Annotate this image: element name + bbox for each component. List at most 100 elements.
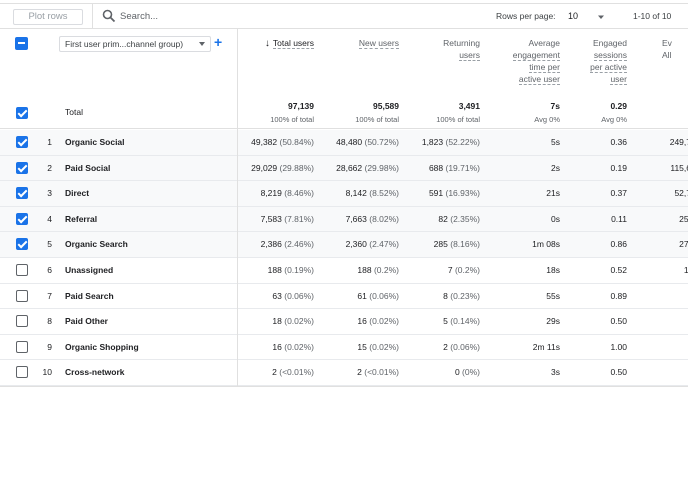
row-channel-name: Paid Search [65, 290, 114, 301]
cell-value: 0.37 [610, 188, 627, 199]
table-row[interactable]: 10 Cross-network 2 (<0.01%) 2 (<0.01%) 0 (0%… [0, 360, 688, 386]
cell-value: 0s [551, 213, 560, 224]
cell-new: 8,142 (8.52%) [322, 188, 399, 198]
cell-value: 29s [546, 316, 560, 327]
cell-value: 0.11 [611, 213, 627, 224]
cell-value: 2,360 [345, 239, 367, 250]
dimension-select-label: First user prim...channel group) [65, 39, 184, 49]
totals-checkbox[interactable] [16, 107, 28, 119]
cell-new: 188 (0.2%) [322, 265, 399, 275]
cell-avg: 21s [490, 188, 560, 198]
cell-value: 285 [433, 239, 448, 250]
row-index: 5 [47, 239, 52, 250]
column-header-event-count[interactable]: Ev All [662, 37, 688, 61]
cell-new: 2,360 (2.47%) [322, 239, 399, 249]
cell-avg: 29s [490, 316, 560, 326]
cell-value: 16 [272, 341, 282, 352]
cell-value: 2,386 [260, 239, 282, 250]
caret-down-icon[interactable] [596, 12, 606, 22]
cell-value: 2s [551, 162, 560, 173]
cell-value: 188 [357, 265, 372, 275]
column-header-avg-engagement[interactable]: Average engagement time per active user [490, 37, 560, 85]
row-index: 3 [47, 188, 52, 199]
row-checkbox[interactable] [16, 289, 28, 302]
cell-value: 2 [272, 367, 277, 378]
cell-ret: 8 (0.23%) [405, 291, 480, 301]
table-row[interactable]: 9 Organic Shopping 16 (0.02%) 15 (0.02%) 2 (… [0, 335, 688, 361]
cell-avg: 2m 11s [490, 342, 560, 352]
row-checkbox[interactable] [16, 212, 28, 225]
row-index: 2 [47, 162, 52, 173]
cell-percent: (50.84%) [279, 137, 315, 147]
cell-value: 1, [683, 265, 688, 275]
table-row[interactable]: 3 Direct 8,219 (8.46%) 8,142 (8.52%) 591 (16… [0, 181, 688, 207]
cell-value: 0.86 [610, 239, 627, 250]
cell-value: 21s [546, 188, 560, 199]
rows-per-page-select[interactable]: 10 [568, 11, 578, 21]
column-header-new-users[interactable]: New users [322, 37, 399, 49]
plot-rows-button[interactable]: Plot rows [13, 9, 83, 25]
row-index: 9 [47, 341, 52, 352]
row-index: 8 [47, 316, 52, 327]
cell-avg: 18s [490, 265, 560, 275]
table-row[interactable]: 7 Paid Search 63 (0.06%) 61 (0.06%) 8 (0.23%… [0, 284, 688, 310]
cell-ev: 27, [651, 239, 688, 249]
cell-avg: 5s [490, 137, 560, 147]
cell-value: 27, [679, 239, 688, 250]
cell-ev: 1, [651, 265, 688, 275]
cell-ev: 25, [651, 214, 688, 224]
dimension-select[interactable]: First user prim...channel group) [59, 36, 211, 52]
select-all-checkbox[interactable] [15, 37, 28, 50]
table-row[interactable]: 8 Paid Other 18 (0.02%) 16 (0.02%) 5 (0.14%)… [0, 309, 688, 335]
table-row[interactable]: 4 Referral 7,583 (7.81%) 7,663 (8.02%) 82 (2… [0, 206, 688, 233]
plus-icon[interactable]: + [214, 35, 222, 49]
table-row[interactable]: 2 Paid Social 29,029 (29.88%) 28,662 (29.98… [0, 155, 688, 182]
cell-eng: 0.19 [570, 163, 627, 173]
row-checkbox[interactable] [16, 161, 28, 174]
cell-total: 16 (0.02%) [240, 342, 314, 352]
cell-percent: (29.88%) [279, 162, 315, 173]
cell-new: 16 (0.02%) [322, 316, 399, 326]
column-header-engaged-sessions[interactable]: Engaged sessions per active user [570, 37, 627, 85]
totals-engaged-sessions: 0.29 [610, 101, 627, 111]
table-row[interactable]: 5 Organic Search 2,386 (2.46%) 2,360 (2.47%… [0, 232, 688, 258]
cell-ret: 1,823 (52.22%) [405, 137, 480, 147]
totals-returning-users: 3,491 [458, 101, 480, 111]
cell-eng: 0.36 [570, 137, 627, 147]
totals-engaged-sessions-sub: Avg 0% [601, 115, 627, 124]
column-header-total-users[interactable]: ↓ Total users [240, 37, 314, 50]
row-checkbox[interactable] [16, 136, 28, 148]
row-checkbox[interactable] [16, 264, 28, 276]
row-checkbox[interactable] [16, 366, 28, 379]
cell-eng: 0.50 [570, 367, 627, 377]
cell-value: 188 [267, 265, 282, 275]
cell-percent: (0.06%) [369, 290, 399, 301]
search-icon [102, 9, 116, 23]
table-row[interactable]: 1 Organic Social 49,382 (50.84%) 48,480 (50… [0, 130, 688, 156]
cell-ret: 5 (0.14%) [405, 316, 480, 326]
table-header: First user prim...channel group) + ↓ Tota… [0, 29, 688, 99]
cell-percent: (0.19%) [284, 265, 314, 275]
row-channel-name: Paid Other [65, 316, 108, 327]
row-checkbox[interactable] [16, 187, 28, 200]
cell-value: 8,142 [345, 188, 367, 199]
row-checkbox[interactable] [16, 238, 28, 251]
cell-percent: (2.35%) [450, 213, 480, 224]
cell-total: 29,029 (29.88%) [240, 163, 314, 173]
search-input[interactable] [120, 9, 320, 24]
row-checkbox[interactable] [16, 315, 28, 328]
column-header-returning-users[interactable]: Returning users [405, 37, 480, 61]
cell-value: 28,662 [336, 162, 363, 173]
row-channel-name: Organic Shopping [65, 341, 139, 352]
totals-returning-users-sub: 100% of total [436, 115, 480, 124]
row-checkbox[interactable] [16, 340, 28, 353]
cell-ret: 0 (0%) [405, 367, 480, 377]
cell-total: 7,583 (7.81%) [240, 214, 314, 224]
cell-value: 29,029 [251, 162, 278, 173]
cell-value: 18s [546, 265, 560, 275]
totals-row: Total 97,139 100% of total 95,589 100% o… [0, 99, 688, 129]
row-channel-name: Unassigned [65, 265, 114, 275]
table-row[interactable]: 6 Unassigned 188 (0.19%) 188 (0.2%) 7 (0.2%)… [0, 258, 688, 284]
cell-percent: (0%) [462, 367, 480, 378]
cell-percent: (2.46%) [284, 239, 314, 250]
